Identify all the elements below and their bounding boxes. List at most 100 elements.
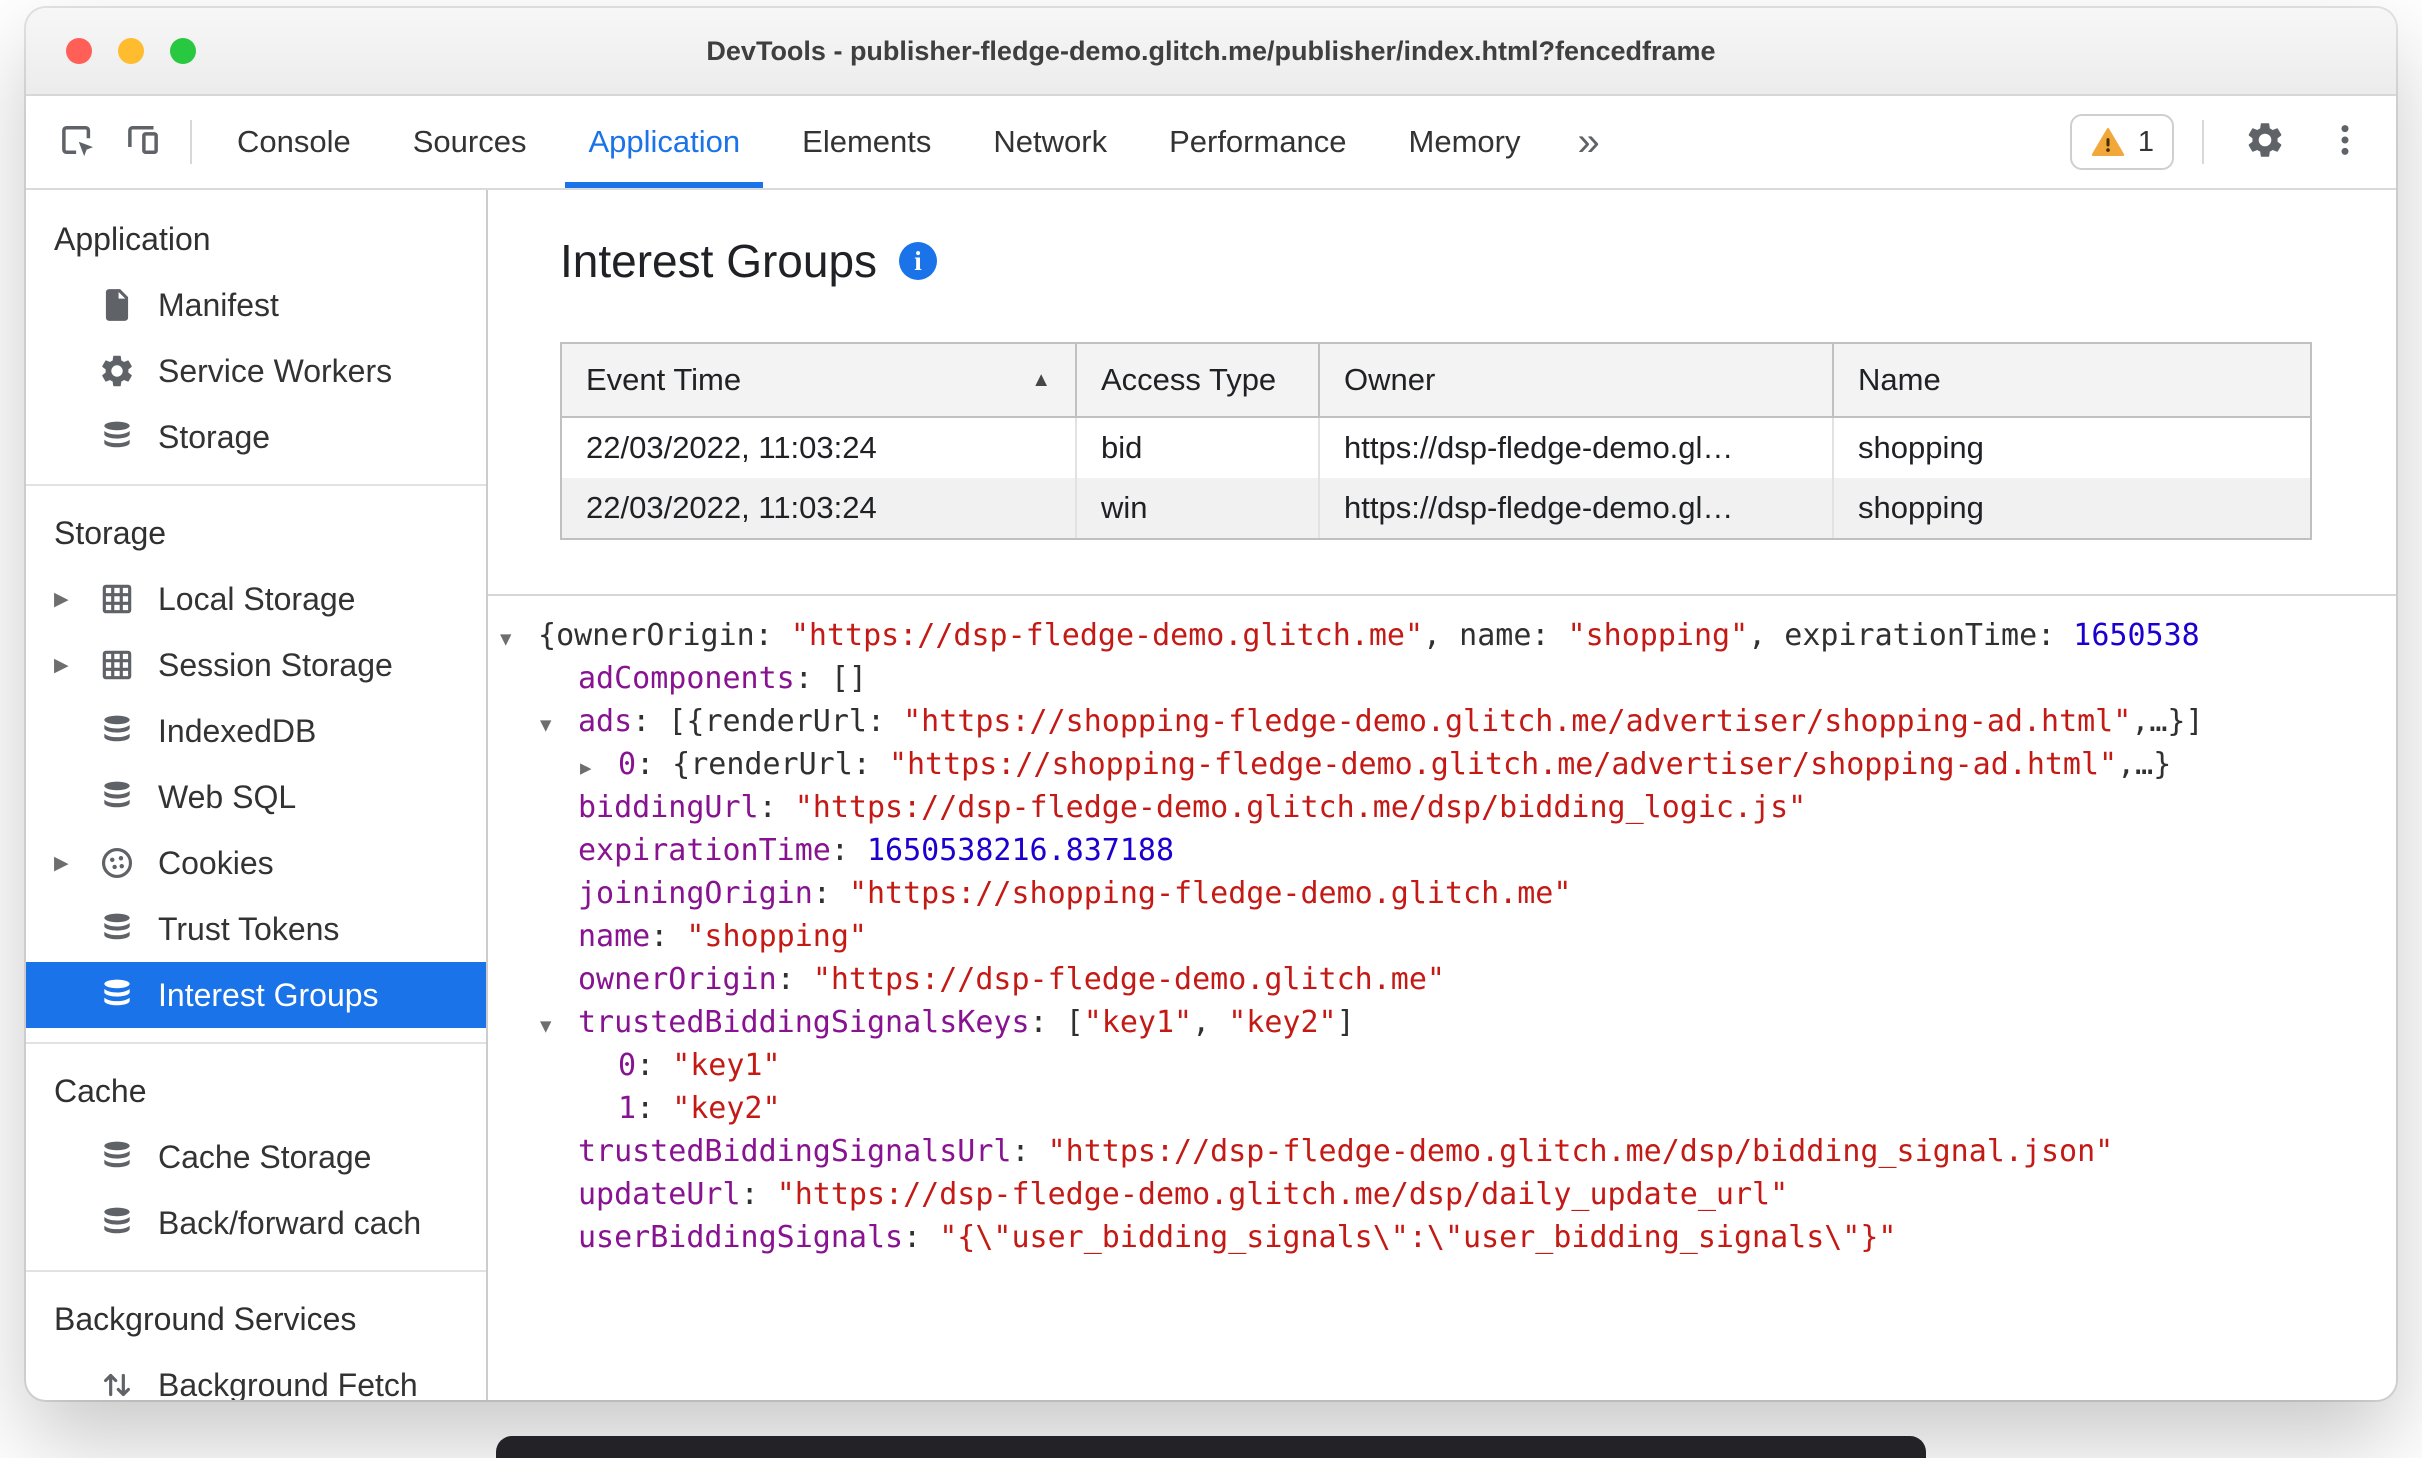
tree-row[interactable]: joiningOrigin: "https://shopping-fledge-… [488,872,2396,915]
tree-row[interactable]: updateUrl: "https://dsp-fledge-demo.glit… [488,1173,2396,1216]
kebab-menu-icon [2324,119,2366,166]
tree-row[interactable]: ▶ 0: {renderUrl: "https://shopping-fledge… [488,743,2396,786]
database-icon [96,776,138,818]
sidebar-item-local-storage[interactable]: ▶ Local Storage [26,566,486,632]
table-row[interactable]: 22/03/2022, 11:03:24 win https://dsp-fledg… [562,478,2310,538]
warnings-badge[interactable]: 1 [2069,114,2174,170]
tab-application[interactable]: Application [557,96,771,188]
tree-row[interactable]: 1: "key2" [488,1087,2396,1130]
json-segment-plain: renderUrl: [690,747,889,782]
application-sidebar: Application Manifest Service Workers Storag… [26,190,488,1400]
column-header-name[interactable]: Name [1834,344,2310,416]
page-title: Interest Groups [560,235,878,287]
sidebar-section-background-services: Background Services [54,1300,357,1337]
window-controls [66,8,196,94]
json-segment-key: 0 [618,1048,637,1083]
sidebar-item-cache-storage[interactable]: Cache Storage [26,1124,486,1190]
sidebar-item-session-storage[interactable]: ▶ Session Storage [26,632,486,698]
tree-row[interactable]: name: "shopping" [488,915,2396,958]
disclosure-collapsed-icon[interactable]: ▶ [580,747,618,790]
json-segment-plain: : { [636,747,691,782]
sidebar-item-cookies[interactable]: ▶ Cookies [26,830,486,896]
tab-sources[interactable]: Sources [382,96,558,188]
sidebar-item-label: Trust Tokens [158,910,340,947]
json-segment-plain: expirationTime: [1784,618,2074,653]
json-segment-plain: ] [1336,1005,1355,1040]
tree-row[interactable]: userBiddingSignals: "{\"user_bidding_sig… [488,1216,2396,1259]
warning-count: 1 [2137,125,2154,158]
sidebar-item-label: Manifest [158,286,279,323]
json-segment-str: "shopping" [686,919,867,954]
json-segment-num: 1650538 [2073,618,2200,653]
tree-row[interactable]: ▼ ads: [{renderUrl: "https://shopping-fle… [488,700,2396,743]
disclosure-expanded-icon[interactable]: ▼ [500,618,538,661]
inspect-cursor-icon [56,119,98,166]
zoom-button[interactable] [170,38,196,64]
titlebar: DevTools - publisher-fledge-demo.glitch.… [26,8,2396,96]
minimize-button[interactable] [118,38,144,64]
sidebar-item-storage[interactable]: Storage [26,404,486,470]
column-header-owner[interactable]: Owner [1320,344,1834,416]
tree-row[interactable]: expirationTime: 1650538216.837188 [488,829,2396,872]
sidebar-item-manifest[interactable]: Manifest [26,272,486,338]
tree-row[interactable]: trustedBiddingSignalsUrl: "https://dsp-f… [488,1130,2396,1173]
disclosure-expanded-icon[interactable]: ▼ [540,704,578,747]
json-segment-str: "key2" [672,1091,781,1126]
json-segment-str: "https://dsp-fledge-demo.glitch.me/dsp/b… [794,790,1807,825]
sidebar-item-label: Session Storage [158,646,393,683]
tab-network[interactable]: Network [962,96,1138,188]
sidebar-item-back-forward-cach[interactable]: Back/forward cach [26,1190,486,1256]
sidebar-item-interest-groups[interactable]: Interest Groups [26,962,486,1028]
sidebar-item-service-workers[interactable]: Service Workers [26,338,486,404]
tree-row[interactable]: ownerOrigin: "https://dsp-fledge-demo.gl… [488,958,2396,1001]
expand-triangle-icon[interactable]: ▶ [54,654,96,677]
json-segment-plain: , [1192,1005,1229,1040]
json-segment-plain: { [538,618,557,653]
tree-row[interactable]: ▼ trustedBiddingSignalsKeys: ["key1", "ke… [488,1001,2396,1044]
table-row[interactable]: 22/03/2022, 11:03:24 bid https://dsp-fledg… [562,418,2310,478]
database-icon [96,908,138,950]
dock-hint [496,1436,1926,1458]
tab-memory[interactable]: Memory [1378,96,1552,188]
info-icon[interactable]: i [899,242,938,280]
tab-console[interactable]: Console [206,96,382,188]
toolbar-divider [2202,120,2204,164]
json-segment-plain: : [] [794,661,867,696]
device-toolbar-button[interactable] [110,109,176,175]
json-segment-plain: : [650,919,687,954]
expand-triangle-icon[interactable]: ▶ [54,852,96,875]
expand-triangle-icon[interactable]: ▶ [54,588,96,611]
more-tabs-button[interactable]: » [1552,120,1626,165]
settings-button[interactable] [2232,109,2298,175]
json-segment-str: "key1" [672,1048,781,1083]
column-header-label: Owner [1344,362,1436,397]
tab-elements[interactable]: Elements [771,96,962,188]
column-header-access-type[interactable]: Access Type [1077,344,1320,416]
disclosure-expanded-icon[interactable]: ▼ [540,1005,578,1048]
interest-groups-view: Interest Groups i Event Time ▲ Access Type… [488,190,2396,1400]
tree-row[interactable]: 0: "key1" [488,1044,2396,1087]
sidebar-item-background-fetch[interactable]: Background Fetch [26,1352,486,1400]
json-segment-str: "https://dsp-fledge-demo.glitch.me/dsp/d… [776,1177,1789,1212]
table-cell: 22/03/2022, 11:03:24 [562,418,1077,478]
tree-row[interactable]: adComponents: [] [488,657,2396,700]
sidebar-item-web-sql[interactable]: Web SQL [26,764,486,830]
tab-performance[interactable]: Performance [1138,96,1377,188]
json-segment-key: joiningOrigin [578,876,813,911]
tree-row[interactable]: biddingUrl: "https://dsp-fledge-demo.gli… [488,786,2396,829]
table-cell: shopping [1858,430,1984,465]
sidebar-item-trust-tokens[interactable]: Trust Tokens [26,896,486,962]
json-segment-str: "key2" [1228,1005,1337,1040]
sidebar-item-indexeddb[interactable]: IndexedDB [26,698,486,764]
json-segment-plain: : [1011,1134,1048,1169]
table-body: 22/03/2022, 11:03:24 bid https://dsp-fledg… [562,418,2310,538]
inspect-element-button[interactable] [44,109,110,175]
sidebar-divider [26,1042,486,1044]
tree-row[interactable]: ▼ {ownerOrigin: "https://dsp-fledge-demo.… [488,614,2396,657]
fetch-icon [96,1364,138,1400]
close-button[interactable] [66,38,92,64]
json-segment-key: trustedBiddingSignalsUrl [578,1134,1012,1169]
table-cell: https://dsp-fledge-demo.gl… [1320,418,1834,478]
column-header-event-time[interactable]: Event Time ▲ [562,344,1077,416]
more-options-button[interactable] [2312,109,2378,175]
